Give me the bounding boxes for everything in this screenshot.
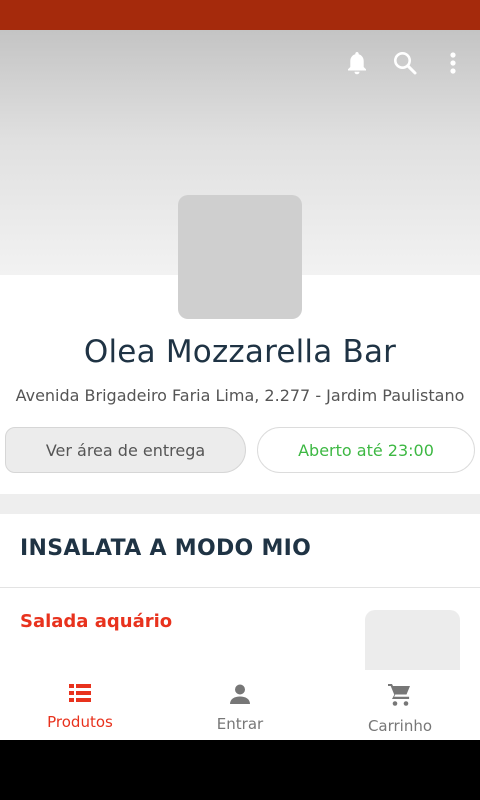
nav-item-entrar[interactable]: Entrar (160, 670, 320, 740)
app-screen: Olea Mozzarella Bar Avenida Brigadeiro F… (0, 30, 480, 740)
more-vertical-icon[interactable] (440, 50, 466, 76)
store-name: Olea Mozzarella Bar (83, 334, 397, 370)
store-logo (178, 195, 302, 319)
bell-icon[interactable] (344, 50, 370, 76)
category-header: INSALATA A MODO MIO (0, 514, 480, 588)
open-status-badge[interactable]: Aberto até 23:00 (257, 427, 475, 473)
nav-label-produtos: Produtos (47, 713, 113, 731)
delivery-area-button[interactable]: Ver área de entrega (5, 427, 246, 473)
cart-icon (387, 682, 413, 713)
nav-label-carrinho: Carrinho (367, 717, 433, 735)
header-actions (344, 50, 466, 76)
person-icon (228, 682, 252, 711)
nav-label-entrar: Entrar (216, 715, 264, 733)
nav-item-carrinho[interactable]: Carrinho (320, 670, 480, 740)
category-title: INSALATA A MODO MIO (20, 536, 312, 561)
bottom-navigation: Produtos Entrar Carrinho (0, 670, 480, 740)
delivery-area-label: Ver área de entrega (45, 440, 206, 460)
store-address: Avenida Brigadeiro Faria Lima, 2.277 - J… (15, 386, 465, 405)
nav-item-produtos[interactable]: Produtos (0, 670, 160, 740)
product-name: Salada aquário (20, 611, 173, 632)
open-status-label: Aberto até 23:00 (298, 440, 434, 460)
search-icon[interactable] (392, 50, 418, 76)
section-divider (0, 494, 480, 514)
status-bar (0, 0, 480, 30)
list-icon (68, 682, 92, 709)
system-navigation-area (0, 740, 480, 800)
